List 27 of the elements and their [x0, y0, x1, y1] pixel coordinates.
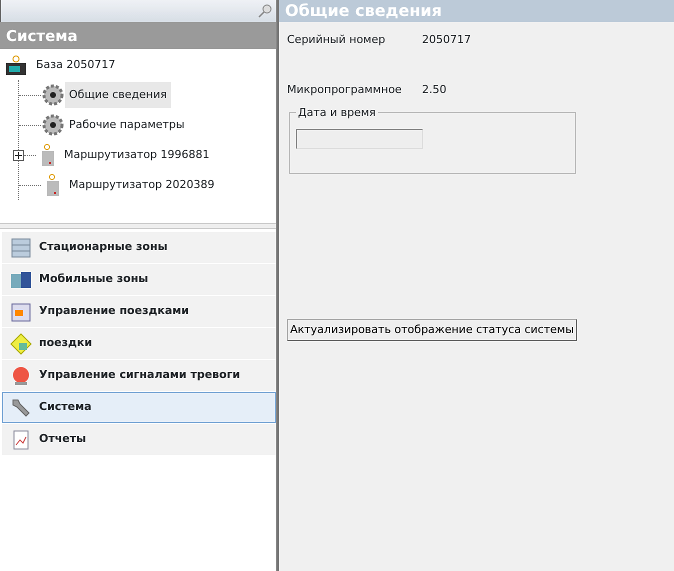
panel-title: Система [0, 22, 276, 49]
device-icon [4, 54, 28, 78]
tree-item[interactable]: Рабочие параметры [65, 112, 189, 138]
nav-item[interactable]: Управление сигналами тревоги [2, 360, 276, 391]
group-legend: Дата и время [296, 105, 378, 122]
date-time-field[interactable] [296, 129, 423, 149]
nav-item[interactable]: Управление поездками [2, 296, 276, 327]
nav-item[interactable]: Стационарные зоны [2, 232, 276, 263]
page-title: Общие сведения [279, 0, 674, 22]
route-icon [9, 332, 33, 356]
field-label: Микропрограммное [287, 82, 403, 98]
nav-item[interactable]: Отчеты [2, 424, 276, 455]
refresh-status-button[interactable]: Актуализировать отображение статуса системы [287, 319, 577, 341]
field-value: 2.50 [422, 82, 446, 98]
field-value: 2050717 [422, 32, 471, 48]
tree-item[interactable]: Маршрутизатор 2020389 [65, 172, 219, 198]
expand-icon[interactable] [13, 150, 24, 160]
database-icon [9, 236, 33, 260]
tree-item[interactable]: Маршрутизатор 1996881 [60, 142, 214, 168]
nav-item[interactable]: Мобильные зоны [2, 264, 276, 295]
gear-icon [41, 113, 65, 137]
field-label: Серийный номер [287, 32, 386, 48]
gear-icon [41, 83, 65, 107]
nav-item[interactable]: поездки [2, 328, 276, 359]
nav-item[interactable]: Система [2, 392, 276, 423]
tree-item[interactable]: База 2050717 [32, 52, 120, 79]
tree-item[interactable]: Общие сведения [65, 82, 171, 108]
